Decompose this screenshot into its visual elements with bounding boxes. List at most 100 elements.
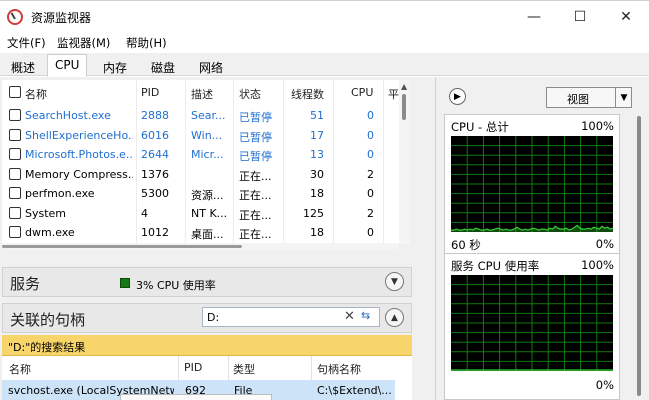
- view-button[interactable]: 视图 ▼: [546, 87, 632, 108]
- table-row[interactable]: perfmon.exe 5300 资源... 正在... 18 0: [2, 184, 399, 204]
- row-checkbox[interactable]: [9, 206, 21, 219]
- process-pid: 2644: [141, 148, 169, 161]
- graph-time-span: 60 秒: [451, 238, 481, 252]
- tab-memory[interactable]: 内存: [95, 55, 135, 76]
- clear-search-icon[interactable]: ✕: [344, 309, 355, 324]
- scrollbar-thumb[interactable]: [402, 94, 406, 120]
- process-name: ShellExperienceHo...: [25, 128, 133, 142]
- menu-help[interactable]: 帮助(H): [126, 35, 167, 51]
- column-header-cpu[interactable]: CPU: [351, 86, 373, 99]
- process-cpu: 2: [367, 206, 374, 220]
- column-header-handle-name[interactable]: 句柄名称: [317, 361, 361, 377]
- row-checkbox[interactable]: [9, 109, 21, 121]
- graphs-toolbar: ▶ 视图 ▼: [446, 85, 632, 108]
- scrollbar-thumb[interactable]: [637, 116, 641, 396]
- view-dropdown-arrow[interactable]: ▼: [615, 88, 632, 107]
- tab-disk[interactable]: 磁盘: [143, 55, 183, 76]
- cpu-usage-legend-swatch: [120, 278, 130, 288]
- cpu-total-graph: [451, 136, 613, 232]
- table-row[interactable]: Memory Compress... 1376 正在... 30 2: [2, 165, 399, 185]
- process-pid: 6016: [141, 128, 169, 142]
- handle-name: C:\$Extend\...: [317, 384, 392, 397]
- window-title: 资源监视器: [31, 11, 92, 25]
- collapse-graphs-button[interactable]: ▶: [449, 88, 466, 105]
- search-refresh-icon[interactable]: ⇆: [361, 309, 379, 326]
- graph-title: CPU - 总计: [451, 120, 509, 134]
- process-name: Microsoft.Photos.e...: [25, 148, 133, 161]
- maximize-button[interactable]: ☐: [557, 1, 603, 33]
- process-status: 正在...: [239, 169, 272, 183]
- row-checkbox[interactable]: [9, 167, 21, 180]
- process-threads: 18: [310, 187, 324, 200]
- column-header-pid[interactable]: PID: [184, 361, 202, 374]
- column-header-pid[interactable]: PID: [141, 86, 159, 99]
- scrollbar-thumb[interactable]: [2, 245, 242, 248]
- table-header-row: 名称 PID 描述 状态 线程数 CPU 平: [2, 83, 399, 103]
- process-description: 桌面...: [191, 228, 224, 241]
- process-cpu: 0: [367, 128, 374, 142]
- tab-overview[interactable]: 概述: [3, 55, 43, 76]
- column-header-description[interactable]: 描述: [191, 86, 213, 102]
- process-pid: 2888: [141, 109, 169, 122]
- pane-splitter[interactable]: [413, 77, 435, 400]
- column-header-status[interactable]: 状态: [239, 86, 261, 102]
- services-cpu-usage: 3% CPU 使用率: [136, 279, 216, 292]
- graph-max-label: 100%: [581, 119, 614, 133]
- process-status: 已暂停: [239, 130, 272, 144]
- process-table: 名称 PID 描述 状态 线程数 CPU 平 SearchHost.exe 28…: [2, 80, 399, 244]
- table-row[interactable]: System 4 NT K... 正在... 125 2: [2, 204, 399, 224]
- search-results-banner: "D:"的搜索结果: [2, 335, 412, 356]
- column-header-type[interactable]: 类型: [233, 361, 255, 377]
- process-name: Memory Compress...: [25, 167, 133, 181]
- row-checkbox[interactable]: [9, 128, 21, 141]
- process-description: NT K...: [191, 206, 228, 220]
- table-row[interactable]: dwm.exe 1012 桌面... 正在... 18 0: [2, 223, 399, 243]
- services-section-header[interactable]: 服务 3% CPU 使用率 ▼: [2, 267, 412, 297]
- scroll-up-icon[interactable]: ▲: [401, 82, 407, 91]
- collapse-handles-button[interactable]: ▲: [385, 308, 404, 327]
- search-results-label: "D:"的搜索结果: [8, 341, 86, 354]
- column-header-name[interactable]: 名称: [9, 361, 31, 377]
- graphs-scrollbar[interactable]: [630, 112, 648, 400]
- service-cpu-graph: [451, 275, 613, 371]
- process-name: dwm.exe: [25, 226, 75, 239]
- graph-min-label: 0%: [595, 237, 614, 251]
- chevron-up-icon: ▲: [391, 312, 398, 323]
- close-button[interactable]: ✕: [603, 1, 649, 33]
- table-row[interactable]: ShellExperienceHo... 6016 Win... 已暂停 17 …: [2, 126, 399, 146]
- process-name: perfmon.exe: [25, 187, 95, 200]
- expand-services-button[interactable]: ▼: [385, 272, 404, 291]
- service-cpu-graph-panel: 服务 CPU 使用率 100% 0%: [444, 253, 620, 400]
- row-checkbox[interactable]: [9, 148, 21, 160]
- process-threads: 51: [310, 109, 324, 122]
- process-threads: 13: [310, 148, 324, 161]
- minimize-button[interactable]: —: [511, 1, 557, 33]
- column-header-threads[interactable]: 线程数: [291, 86, 324, 102]
- menu-bar: 文件(F) 监视器(M) 帮助(H): [0, 32, 649, 53]
- menu-monitor[interactable]: 监视器(M): [57, 35, 110, 51]
- column-header-average-cpu[interactable]: 平: [388, 86, 399, 102]
- handle-search-value: D:: [207, 311, 220, 324]
- table-row[interactable]: SearchHost.exe 2888 Sear... 已暂停 51 0: [2, 106, 399, 126]
- row-checkbox[interactable]: [9, 187, 21, 199]
- process-cpu: 0: [367, 187, 374, 200]
- chevron-right-icon: ▶: [454, 91, 461, 102]
- tab-cpu[interactable]: CPU: [47, 54, 88, 77]
- process-cpu: 2: [367, 167, 374, 181]
- menu-file[interactable]: 文件(F): [7, 35, 46, 51]
- tooltip: [120, 394, 272, 400]
- process-status: 正在...: [239, 189, 272, 202]
- row-checkbox[interactable]: [9, 226, 21, 238]
- handles-section-header[interactable]: 关联的句柄 D: ✕ ⇆ ▲: [2, 303, 412, 333]
- table-row[interactable]: Microsoft.Photos.e... 2644 Micr... 已暂停 1…: [2, 145, 399, 165]
- column-header-name[interactable]: 名称: [25, 86, 47, 102]
- tab-network[interactable]: 网络: [191, 55, 231, 76]
- process-pid: 1012: [141, 226, 169, 239]
- process-table-vertical-scrollbar[interactable]: ▲: [399, 80, 410, 244]
- select-all-checkbox[interactable]: [9, 86, 21, 98]
- process-table-horizontal-scrollbar[interactable]: [2, 243, 399, 249]
- process-cpu: 0: [367, 226, 374, 239]
- process-threads: 18: [310, 226, 324, 239]
- handle-search-input[interactable]: D: ✕ ⇆: [202, 307, 380, 327]
- graph-max-label: 100%: [581, 258, 614, 272]
